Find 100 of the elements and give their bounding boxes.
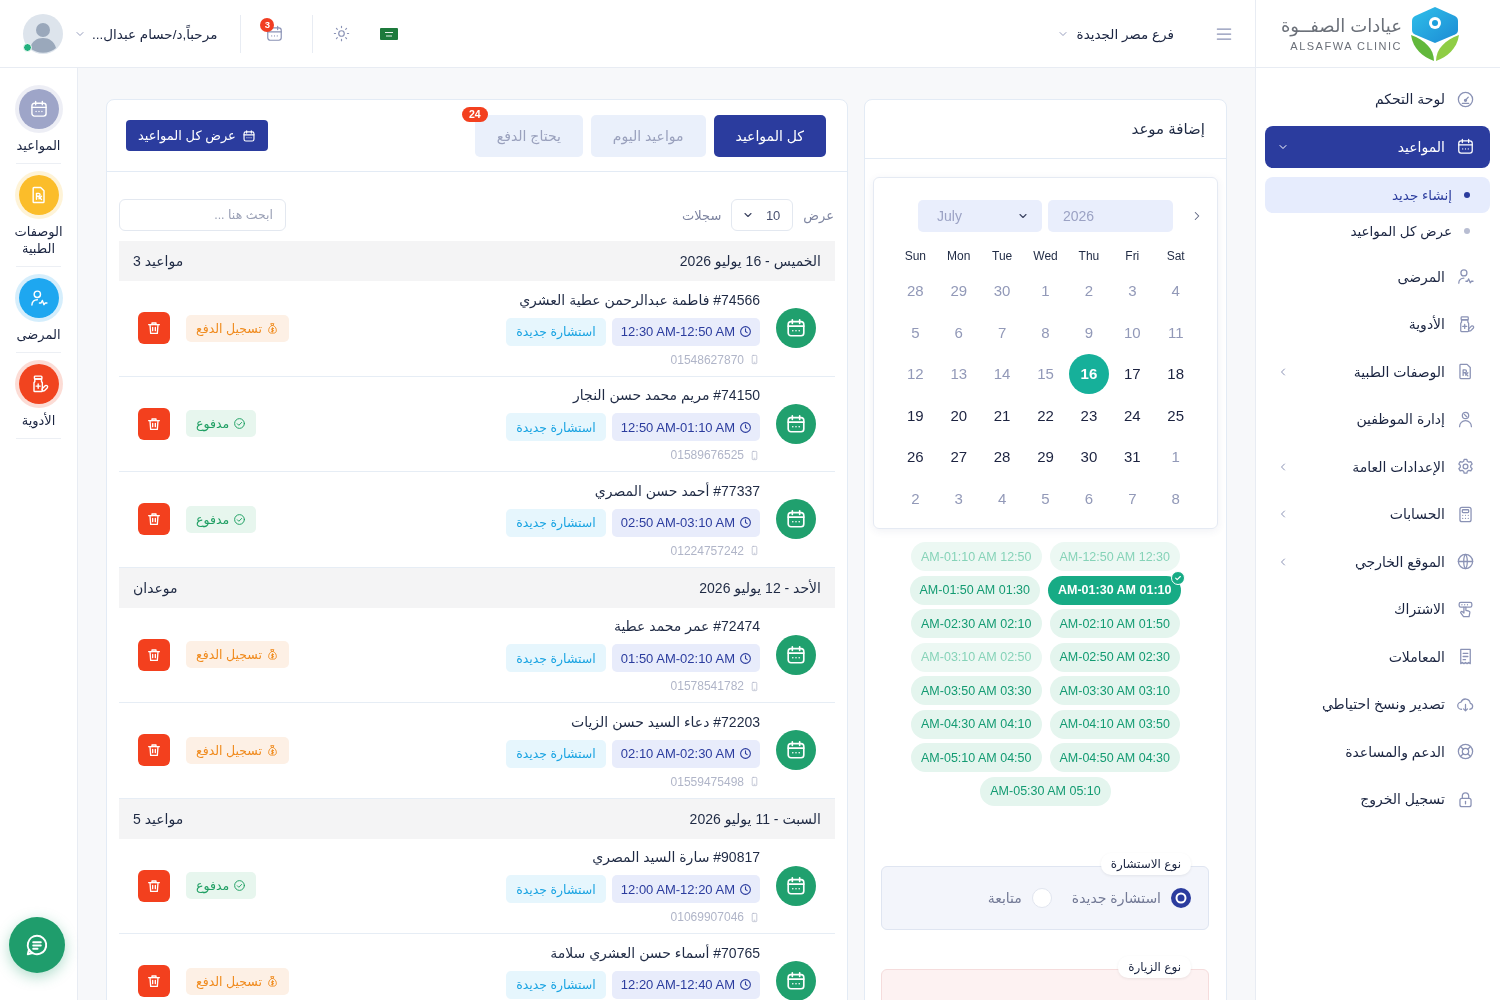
chat-button[interactable]: [9, 917, 65, 973]
calendar-day[interactable]: 25: [1155, 395, 1196, 436]
delete-button[interactable]: [138, 407, 170, 440]
calendar-day[interactable]: 12: [895, 353, 936, 394]
sidebar-item[interactable]: الوصفات الطبية: [1265, 350, 1490, 393]
record-payment-button[interactable]: تسجيل الدفع: [186, 314, 289, 342]
time-slot[interactable]: AM-04:50 AM 04:30: [1049, 743, 1180, 772]
calendar-day[interactable]: 4: [982, 478, 1023, 519]
calendar-day[interactable]: 21: [982, 395, 1023, 436]
calendar-day[interactable]: 15: [1025, 353, 1066, 394]
time-slot[interactable]: AM-02:30 AM 02:10: [911, 609, 1042, 638]
calendar-day[interactable]: 24: [1112, 395, 1153, 436]
sidebar-item[interactable]: الإعدادات العامة: [1265, 445, 1490, 488]
calendar-day[interactable]: 4: [1155, 270, 1196, 311]
calendar-day[interactable]: 7: [1112, 478, 1153, 519]
time-slot[interactable]: AM-04:10 AM 03:50: [1049, 709, 1180, 739]
record-payment-button[interactable]: تسجيل الدفع: [186, 641, 289, 669]
calendar-day[interactable]: 5: [895, 312, 936, 353]
sidebar-item[interactable]: المعاملات: [1265, 635, 1490, 678]
calendar-day[interactable]: 2: [1068, 270, 1109, 311]
calendar-day[interactable]: 6: [938, 312, 979, 353]
view-all-button[interactable]: عرض كل المواعيد: [126, 120, 268, 151]
calendar-day[interactable]: 29: [938, 270, 979, 311]
tab[interactable]: مواعيد اليوم: [590, 114, 706, 157]
calendar-day[interactable]: 1: [1155, 436, 1196, 477]
sidebar-subitem[interactable]: عرض كل المواعيد: [1265, 212, 1490, 249]
search-field[interactable]: ابحث هنا ...: [119, 199, 286, 231]
sidebar-item[interactable]: تسجيل الخروج: [1265, 778, 1490, 820]
paid-label: مدفوع: [196, 878, 230, 894]
quick-link[interactable]: الأدوية: [0, 353, 77, 439]
time-slot[interactable]: AM-02:50 AM 02:30: [1049, 642, 1180, 672]
time-slot[interactable]: AM-03:30 AM 03:10: [1049, 676, 1180, 705]
delete-button[interactable]: [138, 312, 170, 345]
sidebar-item[interactable]: تصدير ونسخ احتياطي: [1265, 683, 1490, 725]
calendar-day[interactable]: 13: [938, 353, 979, 394]
calendar-day[interactable]: 26: [895, 436, 936, 477]
delete-button[interactable]: [138, 869, 170, 902]
calendar-day[interactable]: 8: [1025, 312, 1066, 353]
quick-link[interactable]: المواعيد: [0, 78, 77, 164]
time-slot[interactable]: AM-02:10 AM 01:50: [1049, 609, 1180, 638]
sidebar-item[interactable]: الدعم والمساعدة: [1265, 730, 1490, 773]
calendar-day[interactable]: 8: [1155, 478, 1196, 519]
sidebar-item[interactable]: الحسابات: [1265, 493, 1490, 535]
sidebar-item[interactable]: الأدوية: [1265, 303, 1490, 345]
time-slot[interactable]: AM-05:30 AM 05:10: [980, 776, 1111, 806]
calendar-day[interactable]: 27: [938, 436, 979, 477]
calendar-day[interactable]: 7: [982, 312, 1023, 353]
sidebar-subitem[interactable]: إنشاء جديد: [1265, 176, 1490, 213]
time-slot[interactable]: AM-05:10 AM 04:50: [911, 743, 1042, 772]
sidebar-item[interactable]: المرضى: [1265, 255, 1490, 298]
calendar-day[interactable]: 3: [1112, 270, 1153, 311]
calendar-day[interactable]: 17: [1112, 353, 1153, 394]
record-payment-button[interactable]: تسجيل الدفع: [186, 967, 289, 995]
calendar-day[interactable]: 30: [982, 270, 1023, 311]
time-slot[interactable]: AM-01:50 AM 01:30: [909, 575, 1040, 605]
calendar-day[interactable]: 2: [895, 478, 936, 519]
calendar-day[interactable]: 9: [1068, 312, 1109, 353]
calendar-day[interactable]: 31: [1112, 436, 1153, 477]
delete-button[interactable]: [138, 734, 170, 767]
branch-selector[interactable]: فرع مصر الجديدة: [1056, 25, 1174, 42]
calendar-day[interactable]: 29: [1025, 436, 1066, 477]
month-select[interactable]: July: [918, 200, 1042, 232]
sun-icon[interactable]: [332, 24, 352, 43]
sidebar-item[interactable]: الموقع الخارجي: [1265, 540, 1490, 583]
flag-icon[interactable]: [380, 27, 399, 40]
calendar-day[interactable]: 3: [938, 478, 979, 519]
sidebar-item[interactable]: إدارة الموظفين: [1265, 398, 1490, 440]
calendar-day[interactable]: 11: [1155, 312, 1196, 353]
time-slot[interactable]: AM-03:50 AM 03:30: [911, 676, 1042, 705]
record-payment-button[interactable]: تسجيل الدفع: [186, 736, 289, 764]
calendar-day[interactable]: 10: [1112, 312, 1153, 353]
sidebar-item[interactable]: لوحة التحكم: [1265, 78, 1490, 120]
calendar-day[interactable]: 6: [1068, 478, 1109, 519]
user-menu[interactable]: مرحباً,د/حسام عبدال...: [74, 25, 218, 42]
radio-option[interactable]: متابعة: [987, 887, 1052, 908]
delete-button[interactable]: [138, 965, 170, 998]
delete-button[interactable]: [138, 503, 170, 536]
calendar-day[interactable]: 19: [895, 395, 936, 436]
calendar-day[interactable]: 14: [982, 353, 1023, 394]
calendar-day[interactable]: 1: [1025, 270, 1066, 311]
tab[interactable]: كل المواعيد: [713, 114, 826, 157]
radio-option[interactable]: استشارة جديدة: [1071, 887, 1191, 908]
calendar-day[interactable]: 18: [1155, 353, 1196, 394]
page-size-select[interactable]: 10: [731, 199, 794, 231]
calendar-day[interactable]: 28: [895, 270, 936, 311]
calendar-day[interactable]: 28: [982, 436, 1023, 477]
delete-button[interactable]: [138, 638, 170, 671]
calendar-day[interactable]: 23: [1068, 395, 1109, 436]
sidebar-item[interactable]: المواعيد: [1265, 125, 1490, 168]
quick-link[interactable]: المرضى: [0, 267, 77, 353]
calendar-day[interactable]: 22: [1025, 395, 1066, 436]
time-slot[interactable]: AM-04:30 AM 04:10: [911, 709, 1042, 739]
sidebar-item[interactable]: الاشتراك: [1265, 588, 1490, 630]
quick-link[interactable]: الوصفات الطبية: [0, 164, 77, 267]
calendar-day[interactable]: 16: [1068, 353, 1109, 394]
calendar-icon[interactable]: [265, 24, 285, 43]
year-select[interactable]: 2026: [1048, 200, 1173, 232]
calendar-day[interactable]: 30: [1068, 436, 1109, 477]
calendar-day[interactable]: 5: [1025, 478, 1066, 519]
calendar-day[interactable]: 20: [938, 395, 979, 436]
